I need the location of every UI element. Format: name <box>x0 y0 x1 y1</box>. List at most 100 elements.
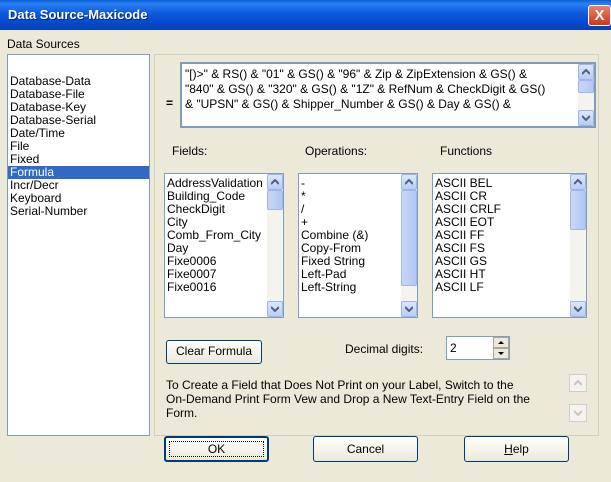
list-item[interactable]: Keyboard <box>8 192 149 205</box>
arrow-down-icon <box>271 306 279 312</box>
arrow-down-icon <box>582 115 590 121</box>
scroll-up-button[interactable] <box>570 174 586 190</box>
scroll-down-button[interactable] <box>267 301 283 317</box>
list-item[interactable]: - <box>299 177 400 190</box>
info-text: To Create a Field that Does Not Print on… <box>166 378 562 420</box>
list-item[interactable]: Fixe0016 <box>165 281 266 294</box>
list-item[interactable]: Copy-From <box>299 242 400 255</box>
cancel-button[interactable]: Cancel <box>313 436 418 462</box>
list-item[interactable]: ASCII CRLF <box>433 203 569 216</box>
scroll-down-button[interactable] <box>578 110 594 126</box>
scroll-thumb[interactable] <box>570 190 586 230</box>
functions-scrollbar[interactable] <box>570 174 586 317</box>
scroll-down-button[interactable] <box>401 301 417 317</box>
list-item[interactable]: ASCII FS <box>433 242 569 255</box>
operations-list[interactable]: - * / + Combine (&) Copy-From Fixed String Left… <box>298 173 418 318</box>
data-sources-list[interactable]: Database-Data Database-File Database-Key Da… <box>7 54 150 436</box>
list-item[interactable]: Fixe0007 <box>165 268 266 281</box>
scroll-up-button[interactable] <box>401 174 417 190</box>
arrow-down-icon <box>498 352 504 355</box>
equals-sign: = <box>166 96 174 110</box>
formula-scrollbar[interactable] <box>578 64 594 126</box>
scroll-thumb[interactable] <box>578 80 594 93</box>
operations-scrollbar[interactable] <box>401 174 417 317</box>
list-item[interactable]: ASCII HT <box>433 268 569 281</box>
list-item[interactable]: Database-File <box>8 88 149 101</box>
list-item[interactable]: ASCII GS <box>433 255 569 268</box>
arrow-up-icon <box>574 179 582 185</box>
formula-line: "840" & GS() & "320" & GS() & "1Z" & Ref… <box>185 82 546 96</box>
formula-textarea[interactable]: "[)>" & RS() & "01" & GS() & "96" & Zip … <box>180 62 596 128</box>
formula-line: "[)>" & RS() & "01" & GS() & "96" & Zip … <box>185 67 527 81</box>
scroll-thumb[interactable] <box>401 190 417 286</box>
arrow-up-icon <box>582 69 590 75</box>
list-item[interactable]: ASCII FF <box>433 229 569 242</box>
title-bar[interactable]: Data Source-Maxicode <box>0 0 611 30</box>
scroll-thumb[interactable] <box>267 190 283 210</box>
close-icon: X <box>594 7 605 24</box>
clear-formula-label: Clear Formula <box>175 344 253 358</box>
arrow-up-icon <box>271 179 279 185</box>
list-item[interactable]: AddressValidation <box>165 177 266 190</box>
list-item[interactable]: ASCII BEL <box>433 177 569 190</box>
list-item[interactable]: Left-String <box>299 281 400 294</box>
focus-ring <box>169 441 264 457</box>
functions-list[interactable]: ASCII BEL ASCII CR ASCII CRLF ASCII EOT ASCI… <box>432 173 587 318</box>
data-sources-label: Data Sources <box>7 37 80 51</box>
decimal-digits-spinner[interactable]: 2 <box>446 336 510 360</box>
fields-scrollbar[interactable] <box>267 174 283 317</box>
help-button[interactable]: Help <box>464 436 569 462</box>
list-item[interactable]: + <box>299 216 400 229</box>
fields-label: Fields: <box>172 144 208 158</box>
clear-formula-button[interactable]: Clear Formula <box>166 340 262 364</box>
scroll-up-button[interactable] <box>267 174 283 190</box>
spin-up-button[interactable] <box>493 337 509 348</box>
list-item[interactable]: / <box>299 203 400 216</box>
info-scrollbar <box>569 374 587 422</box>
list-item[interactable]: Database-Key <box>8 101 149 114</box>
ok-button[interactable]: OK <box>164 436 269 462</box>
operations-label: Operations: <box>305 144 368 158</box>
window-title: Data Source-Maxicode <box>8 7 148 22</box>
help-label: Help <box>504 442 529 456</box>
list-item[interactable]: Formula <box>8 166 149 179</box>
list-item[interactable]: Left-Pad <box>299 268 400 281</box>
info-line: To Create a Field that Does Not Print on… <box>166 378 514 392</box>
list-item[interactable]: Database-Serial <box>8 114 149 127</box>
list-item[interactable]: Fixed <box>8 153 149 166</box>
arrow-up-icon <box>574 380 582 386</box>
info-line: Form. <box>166 406 198 420</box>
functions-label: Functions <box>440 144 493 158</box>
list-item[interactable]: Combine (&) <box>299 229 400 242</box>
arrow-down-icon <box>574 410 582 416</box>
info-line: On-Demand Print Form Vew and Drop a New … <box>166 392 530 406</box>
list-item[interactable]: Date/Time <box>8 127 149 140</box>
scroll-down-button <box>569 404 587 422</box>
list-item[interactable]: Comb_From_City <box>165 229 266 242</box>
list-item[interactable]: CheckDigit <box>165 203 266 216</box>
decimal-digits-value[interactable]: 2 <box>450 341 457 355</box>
list-item[interactable]: File <box>8 140 149 153</box>
scroll-down-button[interactable] <box>570 301 586 317</box>
list-item[interactable]: Database-Data <box>8 75 149 88</box>
list-item[interactable]: ASCII EOT <box>433 216 569 229</box>
list-item[interactable]: City <box>165 216 266 229</box>
list-item[interactable]: Day <box>165 242 266 255</box>
list-item[interactable]: ASCII CR <box>433 190 569 203</box>
list-item[interactable]: * <box>299 190 400 203</box>
list-item[interactable]: ASCII LF <box>433 281 569 294</box>
list-item[interactable]: Fixed String <box>299 255 400 268</box>
close-button[interactable]: X <box>588 5 611 26</box>
fields-list[interactable]: AddressValidation Building_Code CheckDigit… <box>164 173 284 318</box>
decimal-digits-label: Decimal digits: <box>345 342 424 356</box>
list-item[interactable]: Serial-Number <box>8 205 149 218</box>
arrow-down-icon <box>405 306 413 312</box>
scroll-up-button[interactable] <box>578 64 594 80</box>
arrow-down-icon <box>574 306 582 312</box>
dialog-window: Data Source-Maxicode X Data Sources Data… <box>0 0 611 482</box>
list-item[interactable]: Building_Code <box>165 190 266 203</box>
spin-down-button[interactable] <box>493 348 509 359</box>
list-item[interactable]: Incr/Decr <box>8 179 149 192</box>
cancel-label: Cancel <box>346 442 385 456</box>
list-item[interactable]: Fixe0006 <box>165 255 266 268</box>
